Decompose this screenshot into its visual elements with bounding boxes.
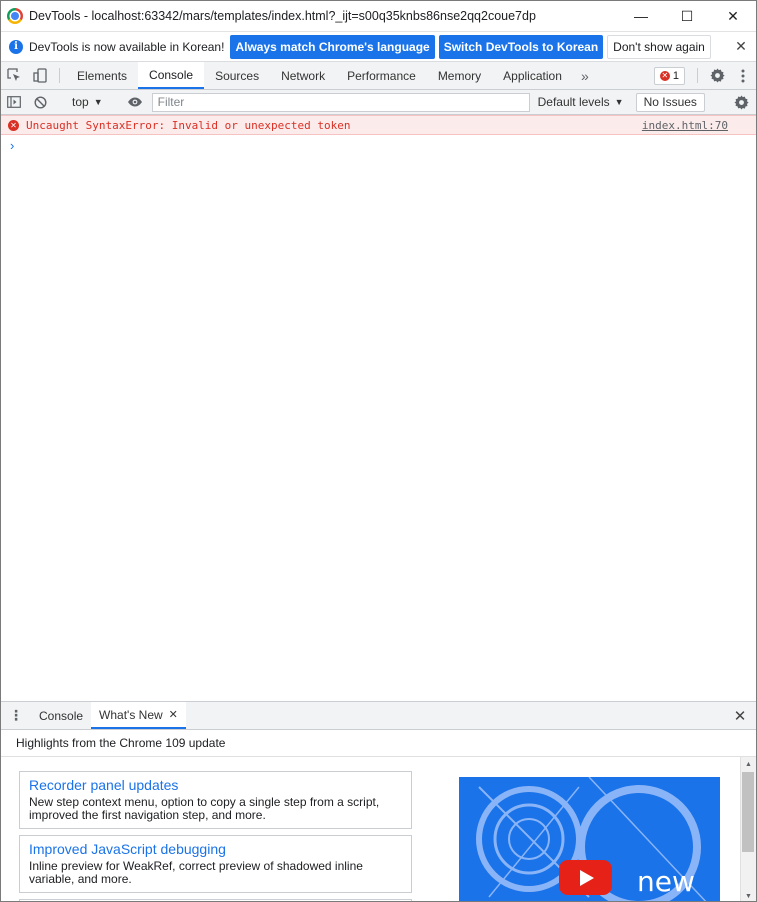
drawer-menu-icon[interactable]: ⋮ bbox=[1, 702, 31, 729]
scroll-up-icon[interactable]: ▲ bbox=[741, 757, 756, 772]
chevron-down-icon: ▼ bbox=[614, 97, 624, 107]
issues-button[interactable]: No Issues bbox=[635, 92, 705, 112]
show-sidebar-icon[interactable] bbox=[1, 90, 27, 115]
console-toolbar: top ▼ Filter Default levels ▼ No Issues bbox=[1, 90, 756, 115]
infobar-close-icon[interactable]: ✕ bbox=[726, 38, 756, 55]
scrollbar-thumb[interactable] bbox=[742, 772, 754, 852]
live-expression-eye-icon[interactable] bbox=[122, 90, 148, 115]
error-icon: ✕ bbox=[659, 70, 670, 81]
tab-console[interactable]: Console bbox=[138, 62, 205, 89]
chevron-down-icon: ▼ bbox=[93, 97, 103, 107]
device-toolbar-icon[interactable] bbox=[27, 62, 53, 89]
scroll-down-icon[interactable]: ▼ bbox=[741, 889, 756, 901]
console-error-message: ✕ Uncaught SyntaxError: Invalid or unexp… bbox=[1, 115, 756, 135]
toolbar-divider bbox=[59, 68, 60, 83]
error-source-link[interactable]: index.html:70 bbox=[642, 119, 728, 132]
devtools-window: DevTools - localhost:63342/mars/template… bbox=[0, 0, 757, 902]
tab-performance[interactable]: Performance bbox=[336, 62, 427, 89]
prompt-chevron-icon: › bbox=[10, 137, 15, 153]
tab-application[interactable]: Application bbox=[492, 62, 573, 89]
tab-network[interactable]: Network bbox=[270, 62, 336, 89]
dont-show-again-button[interactable]: Don't show again bbox=[607, 34, 711, 59]
main-tab-bar: Elements Console Sources Network Perform… bbox=[1, 62, 756, 90]
inspect-element-icon[interactable] bbox=[1, 62, 27, 89]
feature-card[interactable]: Recorder panel updates New step context … bbox=[19, 771, 412, 829]
title-bar: DevTools - localhost:63342/mars/template… bbox=[1, 1, 756, 32]
tab-elements[interactable]: Elements bbox=[66, 62, 138, 89]
whats-new-body: Recorder panel updates New step context … bbox=[1, 757, 756, 901]
close-window-button[interactable]: ✕ bbox=[710, 1, 756, 32]
maximize-button[interactable]: ☐ bbox=[664, 1, 710, 32]
match-language-button[interactable]: Always match Chrome's language bbox=[230, 34, 435, 59]
switch-to-korean-button[interactable]: Switch DevTools to Korean bbox=[438, 34, 604, 59]
toolbar-divider bbox=[697, 68, 698, 83]
card-description: Inline preview for WeakRef, correct prev… bbox=[29, 859, 363, 886]
drawer-tab-console[interactable]: Console bbox=[31, 702, 91, 729]
tab-memory[interactable]: Memory bbox=[427, 62, 492, 89]
drawer-tab-whats-new[interactable]: What's New ✕ bbox=[91, 702, 186, 729]
error-icon: ✕ bbox=[8, 119, 19, 131]
console-prompt[interactable]: › bbox=[1, 135, 756, 155]
log-levels-dropdown[interactable]: Default levels ▼ bbox=[538, 95, 624, 109]
close-tab-icon[interactable]: ✕ bbox=[169, 708, 178, 721]
console-output: ✕ Uncaught SyntaxError: Invalid or unexp… bbox=[1, 115, 756, 681]
whats-new-header: Highlights from the Chrome 109 update bbox=[1, 730, 756, 757]
error-count-badge[interactable]: ✕ 1 bbox=[653, 66, 685, 85]
card-description: New step context menu, option to copy a … bbox=[29, 795, 380, 822]
feature-card[interactable]: Improved JavaScript debugging Inline pre… bbox=[19, 835, 412, 893]
bottom-drawer: ⋮ Console What's New ✕ ✕ Highlights from… bbox=[1, 701, 756, 901]
error-text: Uncaught SyntaxError: Invalid or unexpec… bbox=[26, 118, 351, 132]
info-icon: i bbox=[9, 39, 23, 54]
log-levels-label: Default levels bbox=[537, 95, 610, 109]
infobar-message: DevTools is now available in Korean! bbox=[29, 39, 225, 54]
drawer-tab-bar: ⋮ Console What's New ✕ ✕ bbox=[1, 702, 756, 730]
settings-gear-icon[interactable] bbox=[704, 62, 730, 89]
context-label: top bbox=[72, 95, 89, 109]
whats-new-video-thumbnail[interactable]: new bbox=[459, 777, 720, 901]
close-drawer-icon[interactable]: ✕ bbox=[724, 702, 756, 729]
language-infobar: i DevTools is now available in Korean! A… bbox=[1, 32, 756, 62]
youtube-play-icon bbox=[559, 860, 612, 895]
minimize-button[interactable]: — bbox=[618, 1, 664, 32]
error-count: 1 bbox=[672, 69, 679, 82]
context-selector[interactable]: top ▼ bbox=[66, 95, 109, 109]
whats-new-label: What's New bbox=[99, 707, 163, 722]
clear-console-icon[interactable] bbox=[27, 90, 53, 115]
more-tabs-icon[interactable]: » bbox=[573, 62, 597, 89]
console-settings-gear-icon[interactable] bbox=[728, 90, 754, 115]
tab-sources[interactable]: Sources bbox=[204, 62, 270, 89]
window-title: DevTools - localhost:63342/mars/template… bbox=[29, 9, 536, 23]
card-title[interactable]: Improved JavaScript debugging bbox=[29, 841, 402, 857]
card-title[interactable]: Recorder panel updates bbox=[29, 777, 402, 793]
drawer-scrollbar[interactable]: ▲ ▼ bbox=[740, 757, 756, 901]
filter-input[interactable]: Filter bbox=[151, 92, 530, 112]
chrome-logo-icon bbox=[7, 8, 23, 24]
more-options-icon[interactable] bbox=[730, 62, 756, 89]
promo-text: new bbox=[637, 865, 695, 898]
